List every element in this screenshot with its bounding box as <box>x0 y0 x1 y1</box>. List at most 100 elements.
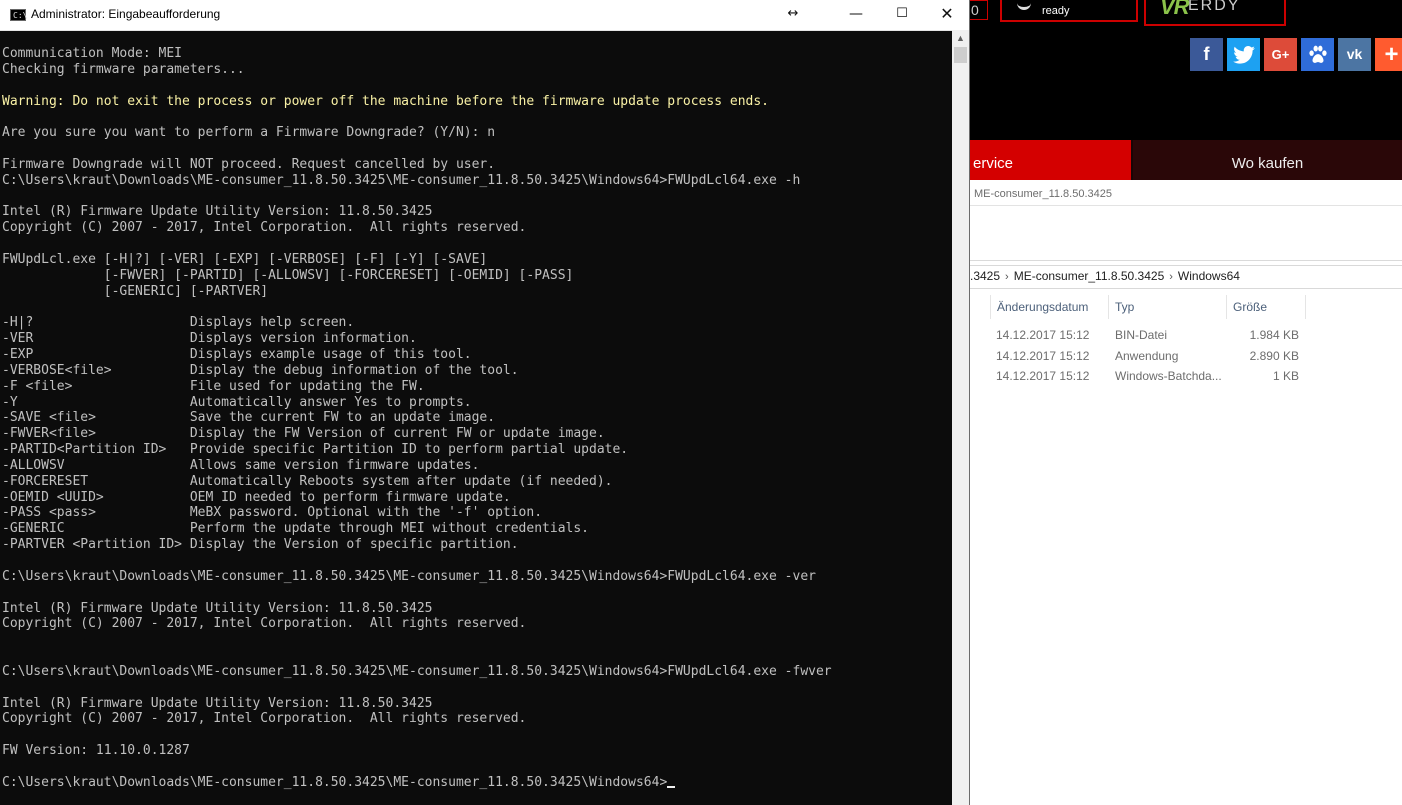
column-header-type[interactable]: Typ <box>1108 295 1226 319</box>
console-line: -ALLOWSV Allows same version firmware up… <box>2 458 947 474</box>
console-line-text: -PARTVER <Partition ID> Display the Vers… <box>2 537 519 553</box>
breadcrumb-item[interactable]: .3425 <box>970 266 1000 287</box>
title-bar[interactable]: C:\ Administrator: Eingabeaufforderung ↔… <box>0 0 969 31</box>
breadcrumb[interactable]: .3425 › ME-consumer_11.8.50.3425 › Windows64 <box>970 265 1402 289</box>
console-line-text: C:\Users\kraut\Downloads\ME-consumer_11.… <box>2 568 816 584</box>
console-line: Copyright (C) 2007 - 2017, Intel Corpora… <box>2 711 947 727</box>
console-line: Copyright (C) 2007 - 2017, Intel Corpora… <box>2 616 947 632</box>
ready-badge: ready <box>1000 0 1138 22</box>
console-line-text: -FORCERESET Automatically Reboots system… <box>2 473 613 489</box>
console-line-text: -ALLOWSV Allows same version firmware up… <box>2 457 480 473</box>
console-line-text: -SAVE <file> Save the current FW to an u… <box>2 410 496 426</box>
console-line: -FWVER<file> Display the FW Version of c… <box>2 426 947 442</box>
console-line: C:\Users\kraut\Downloads\ME-consumer_11.… <box>2 569 947 585</box>
close-button[interactable]: ✕ <box>924 0 970 30</box>
file-size: 1 KB <box>1272 369 1299 383</box>
file-date: 14.12.2017 15:12 <box>996 369 1090 383</box>
console-line-text: Copyright (C) 2007 - 2017, Intel Corpora… <box>2 220 527 236</box>
console-output[interactable]: Communication Mode: MEI Checking firmware… <box>2 46 947 801</box>
column-header-date[interactable]: Änderungsdatum <box>990 295 1108 319</box>
console-line-text: C:\Users\kraut\Downloads\ME-consumer_11.… <box>2 774 668 790</box>
vr-ready-badge: VR ERDY <box>1144 0 1286 26</box>
console-line-text: Are you sure you want to perform a Firmw… <box>2 125 496 141</box>
file-row[interactable]: 14.12.2017 15:12 Windows-Batchda... 1 KB <box>970 366 1402 387</box>
console-line-text: Communication Mode: MEI <box>2 46 183 61</box>
console-line-text: -VER Displays version information. <box>2 331 417 347</box>
console-line: Intel (R) Firmware Update Utility Versio… <box>2 696 947 712</box>
website-header: 0 ready VR ERDY f G+ vk + <box>970 0 1402 140</box>
file-row[interactable]: 14.12.2017 15:12 BIN-Datei 1.984 KB <box>970 325 1402 346</box>
vr-ready-text: ERDY <box>1188 0 1241 14</box>
file-row[interactable]: 14.12.2017 15:12 Anwendung 2.890 KB <box>970 346 1402 367</box>
file-type: Anwendung <box>1115 348 1179 363</box>
vk-icon[interactable]: vk <box>1338 38 1371 71</box>
share-plus-icon[interactable]: + <box>1375 38 1402 71</box>
window-title: Administrator: Eingabeaufforderung <box>31 7 221 21</box>
column-header-size[interactable]: Größe <box>1226 295 1306 319</box>
console-line: Communication Mode: MEI <box>2 46 947 62</box>
console-line-text: Intel (R) Firmware Update Utility Versio… <box>2 204 433 220</box>
console-line: C:\Users\kraut\Downloads\ME-consumer_11.… <box>2 664 947 680</box>
console-line-text: [-GENERIC] [-PARTVER] <box>2 283 269 299</box>
facebook-icon[interactable]: f <box>1190 38 1223 71</box>
console-line-text: -OEMID <UUID> OEM ID needed to perform f… <box>2 489 511 505</box>
console-line-text: [-FWVER] [-PARTID] [-ALLOWSV] [-FORCERES… <box>2 267 574 283</box>
nav-wo-kaufen[interactable]: Wo kaufen <box>1133 140 1402 180</box>
scroll-up-arrow-icon[interactable]: ▲ <box>952 30 969 47</box>
breadcrumb-item[interactable]: Windows64 <box>1178 266 1240 287</box>
minimize-button[interactable]: — <box>833 0 879 30</box>
console-line-text: -H|? Displays help screen. <box>2 315 355 331</box>
console-line-text: Intel (R) Firmware Update Utility Versio… <box>2 600 433 616</box>
scrollbar-thumb[interactable] <box>954 47 967 63</box>
console-line: -H|? Displays help screen. <box>2 315 947 331</box>
console-line-text: C:\Users\kraut\Downloads\ME-consumer_11.… <box>2 172 801 188</box>
console-line: Firmware Downgrade will NOT proceed. Req… <box>2 157 947 173</box>
console-line: -OEMID <UUID> OEM ID needed to perform f… <box>2 490 947 506</box>
console-line-text: Firmware Downgrade will NOT proceed. Req… <box>2 156 496 172</box>
console-line: -Y Automatically answer Yes to prompts. <box>2 395 947 411</box>
paw-icon[interactable] <box>1301 38 1334 71</box>
console-line-text: -VERBOSE<file> Display the debug informa… <box>2 362 519 378</box>
console-line-text: Intel (R) Firmware Update Utility Versio… <box>2 695 433 711</box>
console-line: -VER Displays version information. <box>2 331 947 347</box>
console-line: -GENERIC Perform the update through MEI … <box>2 521 947 537</box>
breadcrumb-item[interactable]: ME-consumer_11.8.50.3425 <box>1014 266 1165 287</box>
file-date: 14.12.2017 15:12 <box>996 328 1090 342</box>
console-line: -SAVE <file> Save the current FW to an u… <box>2 410 947 426</box>
console-line: -PARTID<Partition ID> Provide specific P… <box>2 442 947 458</box>
breadcrumb-separator-icon: › <box>1169 271 1173 283</box>
console-line: Warning: Do not exit the process or powe… <box>2 94 947 110</box>
console-line: -VERBOSE<file> Display the debug informa… <box>2 363 947 379</box>
file-date: 14.12.2017 15:12 <box>996 348 1090 363</box>
console-line-text: -GENERIC Perform the update through MEI … <box>2 521 589 537</box>
maximize-button[interactable]: ☐ <box>879 0 925 30</box>
cmd-app-icon: C:\ <box>10 9 27 21</box>
console-line: -EXP Displays example usage of this tool… <box>2 347 947 363</box>
console-line: [-GENERIC] [-PARTVER] <box>2 284 947 300</box>
partner-badge: 0 <box>970 0 988 20</box>
console-line-text: -PARTID<Partition ID> Provide specific P… <box>2 442 629 458</box>
nav-service[interactable]: ervice <box>970 140 1131 180</box>
console-line-text: -FWVER<file> Display the FW Version of c… <box>2 426 605 442</box>
vr-logo: VR <box>1160 0 1190 19</box>
file-list: 14.12.2017 15:12 BIN-Datei 1.984 KB 14.1… <box>970 325 1402 387</box>
console-line-text: Copyright (C) 2007 - 2017, Intel Corpora… <box>2 711 527 727</box>
console-line: -F <file> File used for updating the FW. <box>2 379 947 395</box>
twitter-icon[interactable] <box>1227 38 1260 71</box>
vertical-scrollbar[interactable]: ▲ <box>952 30 969 805</box>
google-plus-icon[interactable]: G+ <box>1264 38 1297 71</box>
console-line-text: Warning: Do not exit the process or powe… <box>2 93 770 109</box>
console-line-text: -F <file> File used for updating the FW. <box>2 378 425 394</box>
file-type: Windows-Batchda... <box>1115 369 1222 383</box>
console-line-text: FWUpdLcl.exe [-H|?] [-VER] [-EXP] [-VERB… <box>2 251 488 267</box>
